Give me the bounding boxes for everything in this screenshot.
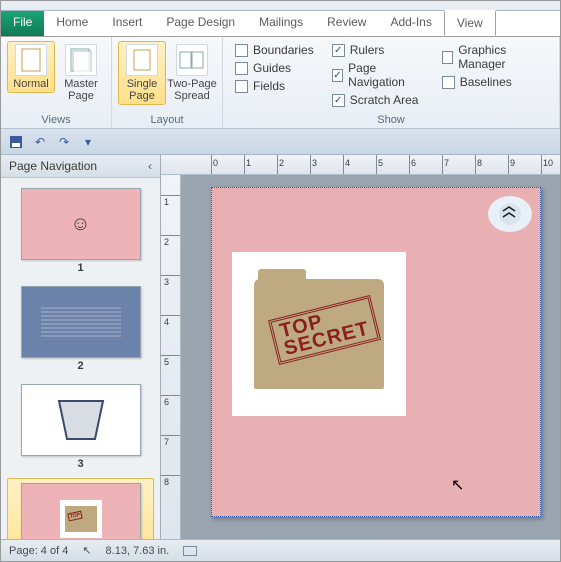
show-group-label: Show — [229, 112, 553, 126]
tab-home[interactable]: Home — [44, 11, 100, 36]
page[interactable]: TOP SECRET — [211, 187, 541, 517]
thumb-label: 2 — [77, 360, 83, 372]
normal-label: Normal — [13, 78, 48, 90]
nav-header: Page Navigation ‹ — [1, 155, 160, 178]
chk-label: Boundaries — [253, 43, 314, 57]
thumbnail: ☺ — [21, 188, 141, 260]
canvas[interactable]: TOP SECRET ↖ — [181, 175, 560, 539]
master-page-icon — [65, 44, 97, 76]
chk-label: Rulers — [350, 43, 385, 57]
thumb-page-3[interactable]: 3 — [7, 380, 154, 474]
checkbox-icon: ✓ — [332, 44, 345, 57]
tab-page-design[interactable]: Page Design — [154, 11, 247, 36]
chk-baselines[interactable]: Baselines — [442, 75, 543, 89]
single-page-icon — [126, 44, 158, 76]
thumb-label: 1 — [77, 262, 83, 274]
checkbox-icon — [442, 76, 455, 89]
chk-label: Fields — [253, 79, 285, 93]
views-group-label: Views — [7, 112, 105, 126]
chk-graphics-manager[interactable]: Graphics Manager — [442, 43, 543, 71]
single-page-label: Single Page — [127, 78, 158, 102]
tab-view[interactable]: View — [444, 10, 496, 36]
thumbnails[interactable]: ☺ 1 2 3 TOP 4 — [1, 178, 160, 539]
qat-customize[interactable]: ▾ — [79, 133, 97, 151]
chk-label: Graphics Manager — [458, 43, 543, 71]
master-page-label: Master Page — [64, 78, 98, 102]
chk-label: Scratch Area — [350, 93, 419, 107]
nav-title: Page Navigation — [9, 159, 97, 173]
thumb-page-2[interactable]: 2 — [7, 282, 154, 376]
status-coords: 8.13, 7.63 in. — [106, 545, 170, 557]
vertical-ruler[interactable]: 12345678 — [161, 175, 181, 539]
single-page-button[interactable]: Single Page — [118, 41, 166, 105]
group-show: Boundaries Guides Fields ✓Rulers ✓Page N… — [223, 37, 560, 128]
page-navigation-pane: Page Navigation ‹ ☺ 1 2 3 — [1, 155, 161, 539]
two-page-icon — [176, 44, 208, 76]
status-bar: Page: 4 of 4 ↖ 8.13, 7.63 in. — [1, 539, 560, 561]
ribbon: Normal Master Page Views Single Page Two… — [1, 37, 560, 129]
redo-button[interactable]: ↷ — [55, 133, 73, 151]
checkbox-icon: ✓ — [332, 94, 345, 107]
tab-addins[interactable]: Add-Ins — [378, 11, 443, 36]
chk-fields[interactable]: Fields — [235, 79, 314, 93]
status-page[interactable]: Page: 4 of 4 — [9, 545, 68, 557]
chk-page-navigation[interactable]: ✓ Page Navigation — [332, 61, 424, 89]
chk-guides[interactable]: Guides — [235, 61, 314, 75]
chk-scratch-area[interactable]: ✓ Scratch Area — [332, 93, 424, 107]
chk-label: Page Navigation — [348, 61, 424, 89]
chk-rulers[interactable]: ✓ Rulers — [332, 43, 424, 57]
group-layout: Single Page Two-Page Spread Layout — [112, 37, 223, 128]
tab-review[interactable]: Review — [315, 11, 378, 36]
checkbox-icon — [235, 44, 248, 57]
stamp-text: TOP SECRET — [268, 295, 381, 365]
thumbnail — [21, 384, 141, 456]
pointer-icon: ↖ — [82, 544, 91, 557]
checkbox-icon: ✓ — [332, 69, 343, 82]
chk-label: Guides — [253, 61, 291, 75]
editor: 012345678910 12345678 TOP SECRET — [161, 155, 560, 539]
thumb-page-4[interactable]: TOP 4 — [7, 478, 154, 539]
normal-button[interactable]: Normal — [7, 41, 55, 93]
checkbox-icon — [235, 80, 248, 93]
thumbnail: TOP — [21, 483, 141, 539]
save-button[interactable] — [7, 133, 25, 151]
thumb-page-1[interactable]: ☺ 1 — [7, 184, 154, 278]
group-views: Normal Master Page Views — [1, 37, 112, 128]
quick-access-toolbar: ↶ ↷ ▾ — [1, 129, 560, 155]
two-page-button[interactable]: Two-Page Spread — [168, 41, 216, 105]
page-icon — [15, 44, 47, 76]
layout-group-label: Layout — [118, 112, 216, 126]
chk-boundaries[interactable]: Boundaries — [235, 43, 314, 57]
ribbon-tabs: File Home Insert Page Design Mailings Re… — [1, 11, 560, 37]
corner-graphic[interactable] — [488, 196, 532, 232]
tab-file[interactable]: File — [1, 11, 44, 36]
checkbox-icon — [235, 62, 248, 75]
folder-graphic: TOP SECRET — [254, 279, 384, 389]
tab-mailings[interactable]: Mailings — [247, 11, 315, 36]
master-page-button[interactable]: Master Page — [57, 41, 105, 105]
object-size-icon — [183, 546, 197, 556]
checkbox-icon — [442, 51, 453, 64]
image-object[interactable]: TOP SECRET — [232, 252, 406, 416]
workspace: Page Navigation ‹ ☺ 1 2 3 — [1, 155, 560, 539]
two-page-label: Two-Page Spread — [167, 78, 217, 102]
undo-button[interactable]: ↶ — [31, 133, 49, 151]
collapse-nav-icon[interactable]: ‹ — [148, 159, 152, 173]
thumbnail — [21, 286, 141, 358]
horizontal-ruler[interactable]: 012345678910 — [161, 155, 560, 175]
thumb-label: 3 — [77, 458, 83, 470]
chk-label: Baselines — [460, 75, 512, 89]
tab-insert[interactable]: Insert — [100, 11, 154, 36]
